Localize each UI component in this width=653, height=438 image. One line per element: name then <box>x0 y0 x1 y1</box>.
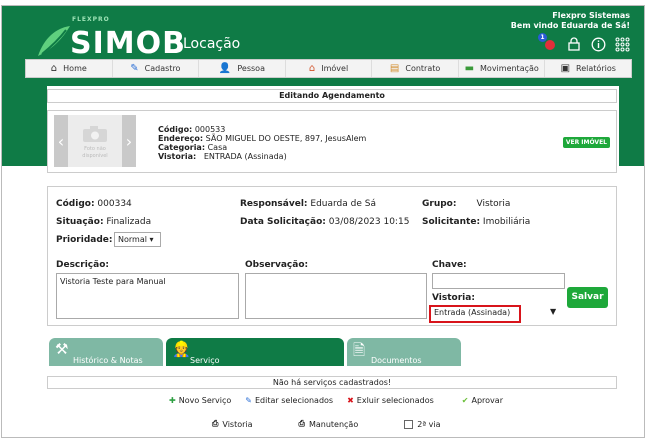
property-code: 000533 <box>194 125 226 134</box>
print-actions: ⎙ Vistoria ⎙ Manutenção 2ª via <box>212 419 441 429</box>
solicitante-field: Solicitante: Imobiliária <box>422 217 531 227</box>
tab-bar: ⚒ Histórico & Notas 👷 Serviço 🗎 Documentos <box>47 338 617 366</box>
notification-count: 1 <box>538 33 547 42</box>
prev-photo-button[interactable]: ‹ <box>54 115 68 167</box>
aprovar-button[interactable]: ✔ Aprovar <box>462 396 503 405</box>
nav-relatorios[interactable]: ▣ Relatórios <box>545 60 631 77</box>
descricao-label: Descrição: <box>56 260 109 270</box>
vistoria-select[interactable]: Entrada (Assinada) <box>429 305 521 323</box>
novo-servico-button[interactable]: ✚ Novo Serviço <box>169 396 231 405</box>
data-field: Data Solicitação: 03/08/2023 10:15 <box>240 217 410 227</box>
info-icon[interactable] <box>590 36 606 52</box>
service-actions: ✚ Novo Serviço ✎ Editar selecionados ✖ Exlu… <box>169 396 503 405</box>
lock-icon[interactable] <box>566 36 582 52</box>
nav-imovel[interactable]: ⌂ Imóvel <box>286 60 373 77</box>
ver-imovel-button[interactable]: VER IMÓVEL <box>562 137 610 148</box>
no-services-message: Não há serviços cadastrados! <box>47 376 617 389</box>
documents-icon: 🗎 <box>353 341 366 359</box>
tab-historico[interactable]: ⚒ Histórico & Notas <box>49 338 163 366</box>
vistoria-caret-icon[interactable]: ▼ <box>550 307 556 316</box>
tab-servico[interactable]: 👷 Serviço <box>166 338 344 366</box>
nav-cadastro[interactable]: ✎ Cadastro <box>113 60 200 77</box>
vistoria-label: Vistoria: <box>432 293 475 303</box>
report-icon: ▣ <box>560 63 571 74</box>
nav-contrato[interactable]: ▤ Contrato <box>372 60 459 77</box>
descricao-textarea[interactable]: Vistoria Teste para Manual <box>56 273 239 319</box>
person-icon: 👤 <box>218 63 232 74</box>
property-photo: ‹ Foto não disponível › <box>54 115 136 167</box>
nav-movimentacao[interactable]: ▬ Movimentação <box>459 60 546 77</box>
printer-icon: ⎙ <box>298 419 305 428</box>
page-title: Editando Agendamento <box>47 89 617 103</box>
codigo-field: Código: 000334 <box>56 199 132 209</box>
user-info: Flexpro Sistemas Bem vindo Eduarda de Sá… <box>511 11 630 31</box>
check-icon: ✔ <box>461 396 469 405</box>
app-window: FLEXPRO SIMOB Locação Flexpro Sistemas B… <box>1 5 645 438</box>
checkbox-box[interactable] <box>404 419 414 429</box>
notification-icon[interactable]: 1 <box>538 33 558 52</box>
chevron-left-icon: ‹ <box>57 131 65 151</box>
property-box: ‹ Foto não disponível › Código: 000533 E… <box>47 110 617 173</box>
property-category: Casa <box>207 143 228 152</box>
situacao-field: Situação: Finalizada <box>56 217 152 227</box>
brand-name: SIMOB <box>70 26 186 61</box>
plus-icon: ✚ <box>169 396 176 405</box>
print-vistoria-button[interactable]: ⎙ Vistoria <box>212 419 253 429</box>
close-icon: ✖ <box>347 396 354 405</box>
prioridade-label: Prioridade: <box>56 235 113 245</box>
tab-documentos[interactable]: 🗎 Documentos <box>347 338 461 366</box>
apps-grid-icon[interactable] <box>614 36 630 52</box>
main-nav: ⌂ Home ✎ Cadastro 👤 Pessoa ⌂ Imóvel ▤ Contrat… <box>25 59 632 78</box>
next-photo-button[interactable]: › <box>122 115 136 167</box>
segunda-via-checkbox[interactable]: 2ª via <box>404 419 441 429</box>
property-inspection: ENTRADA (Assinada) <box>203 152 287 161</box>
company-name: Flexpro Sistemas <box>552 11 630 20</box>
chevron-right-icon: › <box>125 131 133 151</box>
caret-down-icon: ▾ <box>149 235 154 244</box>
property-address: SÃO MIGUEL DO OESTE, 897, JesusAlem <box>205 134 367 143</box>
observacao-textarea[interactable] <box>245 273 427 319</box>
pencil-icon: ✎ <box>130 63 139 74</box>
excluir-selecionados-button[interactable]: ✖ Exluir selecionados <box>347 396 434 405</box>
photo-placeholder: Foto não disponível <box>74 125 116 159</box>
leaf-logo-icon <box>38 26 70 56</box>
content-panel: Editando Agendamento ‹ Foto não disponív… <box>47 86 619 437</box>
print-manutencao-button[interactable]: ⎙ Manutenção <box>299 419 359 429</box>
module-name: Locação <box>179 36 240 52</box>
property-info: Código: 000533 Endereço: SÃO MIGUEL DO O… <box>158 125 367 161</box>
worker-icon: 👷 <box>172 340 191 358</box>
top-icons: 1 <box>538 33 630 52</box>
tools-icon: ⚒ <box>55 340 69 358</box>
printer-icon: ⎙ <box>212 419 219 428</box>
camera-icon <box>83 126 107 142</box>
house-icon: ⌂ <box>308 63 316 74</box>
brand-small: FLEXPRO <box>72 16 110 23</box>
grupo-field: Grupo: Vistoria <box>422 199 511 209</box>
pencil-icon: ✎ <box>245 396 252 405</box>
nav-home[interactable]: ⌂ Home <box>26 60 113 77</box>
chave-label: Chave: <box>432 260 467 270</box>
money-icon: ▬ <box>464 63 475 74</box>
schedule-detail: Código: 000334 Responsável: Eduarda de S… <box>47 186 617 326</box>
welcome-text: Bem vindo Eduarda de Sá! <box>510 21 630 30</box>
document-icon: ▤ <box>389 63 400 74</box>
observacao-label: Observação: <box>245 260 309 270</box>
prioridade-select[interactable]: Normal ▾ <box>114 232 161 247</box>
chave-input[interactable] <box>432 273 565 289</box>
editar-selecionados-button[interactable]: ✎ Editar selecionados <box>245 396 333 405</box>
nav-pessoa[interactable]: 👤 Pessoa <box>199 60 286 77</box>
salvar-button[interactable]: Salvar <box>567 287 608 308</box>
responsavel-field: Responsável: Eduarda de Sá <box>240 199 376 209</box>
home-icon: ⌂ <box>50 63 58 74</box>
